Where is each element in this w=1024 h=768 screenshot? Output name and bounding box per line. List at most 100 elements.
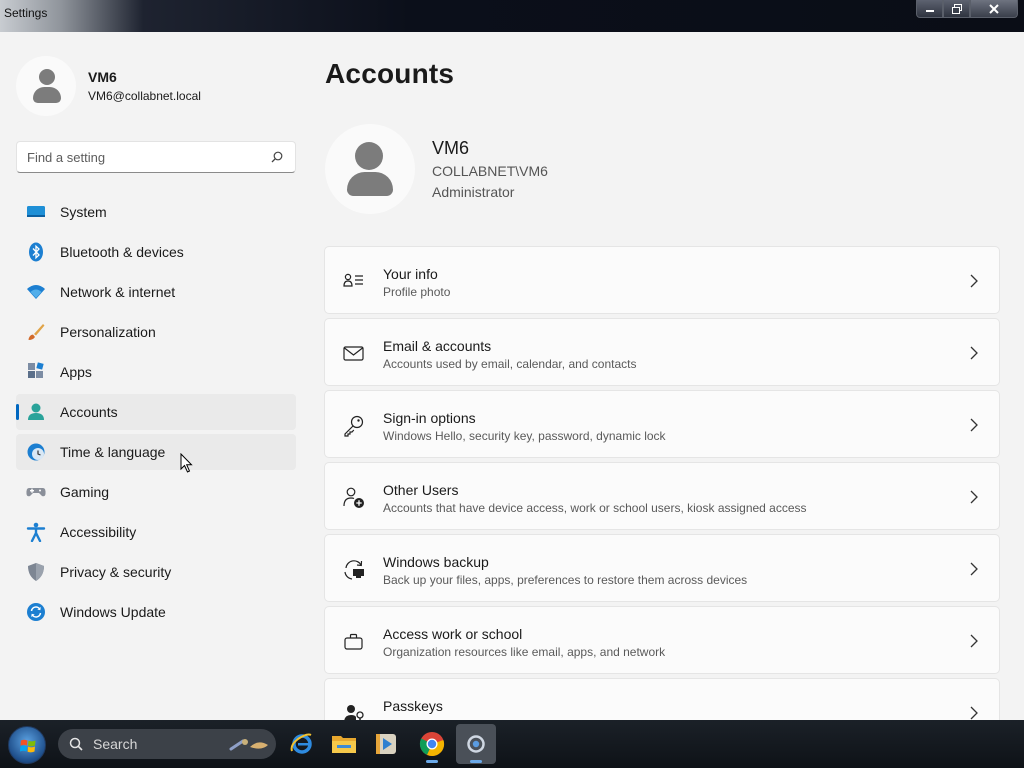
card-other-users[interactable]: Other Users Accounts that have device ac… xyxy=(324,462,1000,530)
card-title: Passkeys xyxy=(383,698,443,714)
taskbar-settings-app[interactable] xyxy=(456,724,496,764)
maximize-button[interactable] xyxy=(943,0,970,18)
selection-indicator xyxy=(16,404,19,420)
chevron-right-icon xyxy=(970,706,978,720)
taskbar-search-label: Search xyxy=(93,736,138,752)
profile-email: VM6@collabnet.local xyxy=(88,89,201,103)
close-icon xyxy=(989,3,999,14)
taskbar-chrome[interactable] xyxy=(412,724,452,764)
account-role: Administrator xyxy=(432,184,515,200)
sidebar-item-label: Privacy & security xyxy=(60,564,172,580)
card-sign-in-options[interactable]: Sign-in options Windows Hello, security … xyxy=(324,390,1000,458)
windows-logo-icon xyxy=(20,739,36,753)
search-highlight-icon xyxy=(229,739,268,751)
card-subtitle: Accounts used by email, calendar, and co… xyxy=(383,357,637,371)
sidebar-item-system[interactable]: System xyxy=(16,194,296,230)
chevron-right-icon xyxy=(970,634,978,648)
chevron-right-icon xyxy=(970,346,978,360)
file-explorer-icon xyxy=(332,736,356,753)
sidebar-nav: System Bluetooth & devices Network & int… xyxy=(16,194,296,634)
settings-window: VM6 VM6@collabnet.local System Bluetooth… xyxy=(0,32,1024,720)
card-title: Other Users xyxy=(383,482,459,498)
card-subtitle: Accounts that have device access, work o… xyxy=(383,501,807,515)
apps-icon xyxy=(26,362,46,382)
sidebar-item-windows-update[interactable]: Windows Update xyxy=(16,594,296,630)
find-setting-search[interactable] xyxy=(16,141,296,173)
card-title: Access work or school xyxy=(383,626,523,642)
backup-icon xyxy=(344,560,364,580)
card-passkeys[interactable]: Passkeys xyxy=(324,678,1000,720)
settings-cards: Your info Profile photo Email & accounts… xyxy=(324,246,1000,720)
time-language-icon xyxy=(26,442,46,462)
sidebar-item-accessibility[interactable]: Accessibility xyxy=(16,514,296,550)
title-bar: Settings xyxy=(0,0,1024,32)
update-icon xyxy=(26,602,46,622)
search-icon[interactable] xyxy=(271,151,283,163)
sidebar-item-label: Windows Update xyxy=(60,604,166,620)
sidebar-item-time-language[interactable]: Time & language xyxy=(16,434,296,470)
profile-name: VM6 xyxy=(88,69,117,85)
internet-explorer-icon xyxy=(290,733,312,754)
account-avatar[interactable] xyxy=(325,124,415,214)
sidebar-item-label: System xyxy=(60,204,107,220)
sidebar-item-gaming[interactable]: Gaming xyxy=(16,474,296,510)
sidebar-item-apps[interactable]: Apps xyxy=(16,354,296,390)
account-domain: COLLABNET\VM6 xyxy=(432,163,548,179)
settings-app-icon xyxy=(467,735,485,753)
minimize-icon xyxy=(925,9,934,12)
search-icon xyxy=(69,737,83,751)
search-input[interactable] xyxy=(17,142,257,172)
card-subtitle: Organization resources like email, apps,… xyxy=(383,645,666,659)
passkey-icon xyxy=(344,705,364,720)
taskbar-internet-explorer[interactable] xyxy=(282,724,322,764)
window-title: Settings xyxy=(4,6,48,20)
accessibility-icon xyxy=(26,522,46,542)
restore-icon xyxy=(951,3,962,14)
key-icon xyxy=(344,415,364,437)
chevron-right-icon xyxy=(970,274,978,288)
sidebar-item-label: Network & internet xyxy=(60,284,176,300)
sidebar-item-personalization[interactable]: Personalization xyxy=(16,314,296,350)
bluetooth-icon xyxy=(26,242,46,262)
mail-icon xyxy=(343,346,364,361)
sidebar-item-bluetooth[interactable]: Bluetooth & devices xyxy=(16,234,296,270)
gamepad-icon xyxy=(26,482,46,502)
taskbar-file-explorer[interactable] xyxy=(324,724,364,764)
accounts-icon xyxy=(26,402,46,422)
briefcase-icon xyxy=(344,633,363,650)
sidebar-item-accounts[interactable]: Accounts xyxy=(16,394,296,430)
card-subtitle: Profile photo xyxy=(383,285,451,299)
avatar xyxy=(16,56,76,116)
start-button[interactable] xyxy=(8,726,46,764)
system-icon xyxy=(26,202,46,222)
sidebar-item-label: Bluetooth & devices xyxy=(60,244,184,260)
person-info-icon xyxy=(343,273,363,287)
page-title: Accounts xyxy=(325,58,455,89)
user-profile[interactable]: VM6 VM6@collabnet.local xyxy=(16,56,201,116)
card-subtitle: Back up your files, apps, preferences to… xyxy=(383,573,748,587)
card-windows-backup[interactable]: Windows backup Back up your files, apps,… xyxy=(324,534,1000,602)
sidebar-item-label: Apps xyxy=(60,364,92,380)
close-button[interactable] xyxy=(970,0,1018,18)
media-player-icon xyxy=(376,734,396,754)
add-person-icon xyxy=(343,487,364,508)
card-title: Sign-in options xyxy=(383,410,476,426)
card-email-accounts[interactable]: Email & accounts Accounts used by email,… xyxy=(324,318,1000,386)
sidebar-item-label: Personalization xyxy=(60,324,156,340)
taskbar-search[interactable]: Search xyxy=(58,729,276,759)
account-name: VM6 xyxy=(432,138,470,158)
brush-icon xyxy=(26,322,46,342)
card-title: Your info xyxy=(383,266,438,282)
card-title: Email & accounts xyxy=(383,338,492,354)
card-access-work-school[interactable]: Access work or school Organization resou… xyxy=(324,606,1000,674)
chevron-right-icon xyxy=(970,490,978,504)
minimize-button[interactable] xyxy=(916,0,943,18)
shield-icon xyxy=(26,562,46,582)
sidebar-item-privacy-security[interactable]: Privacy & security xyxy=(16,554,296,590)
card-your-info[interactable]: Your info Profile photo xyxy=(324,246,1000,314)
taskbar-media-player[interactable] xyxy=(366,724,406,764)
sidebar-item-label: Accounts xyxy=(60,404,118,420)
taskbar: Search xyxy=(0,720,1024,768)
sidebar-item-label: Time & language xyxy=(60,444,166,460)
sidebar-item-network[interactable]: Network & internet xyxy=(16,274,296,310)
